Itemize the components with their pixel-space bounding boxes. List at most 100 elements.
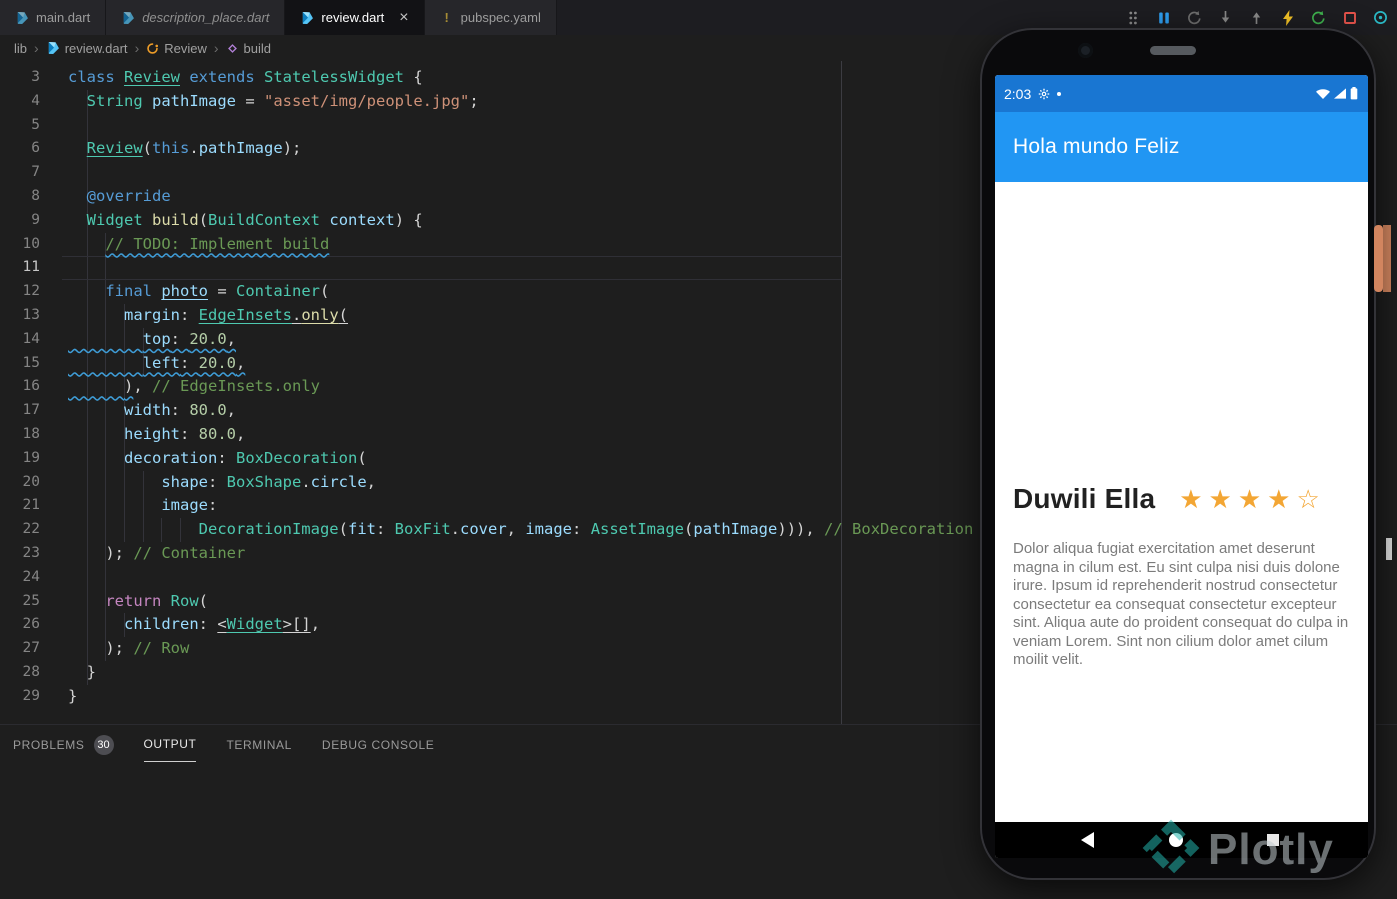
line-number[interactable]: 26: [0, 613, 40, 637]
drag-handle-icon[interactable]: [1124, 9, 1141, 26]
line-number[interactable]: 15: [0, 352, 40, 376]
code-line-text[interactable]: children: <Widget>[],: [68, 613, 320, 637]
code-line-text[interactable]: class Review extends StatelessWidget {: [68, 66, 423, 90]
code-line-text[interactable]: ); // Container: [68, 542, 245, 566]
code-line-text[interactable]: decoration: BoxDecoration(: [68, 447, 367, 471]
code-line-text[interactable]: String pathImage = "asset/img/people.jpg…: [68, 90, 479, 114]
panel-tab-problems[interactable]: PROBLEMS 30: [13, 724, 114, 765]
code-token: :: [180, 425, 199, 443]
back-icon[interactable]: [1081, 832, 1094, 848]
line-number[interactable]: 8: [0, 185, 40, 209]
line-number[interactable]: 3: [0, 66, 40, 90]
line-number[interactable]: 16: [0, 375, 40, 399]
line-number[interactable]: 24: [0, 566, 40, 590]
code-line-text[interactable]: left: 20.0,: [68, 352, 246, 376]
line-number[interactable]: 20: [0, 471, 40, 495]
step-down-icon[interactable]: [1217, 9, 1234, 26]
step-up-icon[interactable]: [1248, 9, 1265, 26]
code-line-text[interactable]: // TODO: Implement build: [68, 233, 329, 257]
line-number[interactable]: 13: [0, 304, 40, 328]
code-line-text[interactable]: @override: [68, 185, 171, 209]
code-token: BoxFit: [394, 520, 451, 539]
code-line-text[interactable]: }: [68, 661, 96, 685]
overview-ruler-cursor-mark: [1386, 538, 1392, 560]
code-token: shape: [161, 472, 208, 491]
code-line-text[interactable]: final photo = Container(: [68, 280, 329, 304]
line-number[interactable]: 17: [0, 399, 40, 423]
line-number[interactable]: 28: [0, 661, 40, 685]
line-number[interactable]: 11: [0, 256, 40, 280]
code-token: :: [572, 520, 591, 539]
hot-reload-bolt-icon[interactable]: [1279, 9, 1296, 26]
breadcrumb-item-lib[interactable]: lib: [14, 41, 27, 56]
code-token: image: [525, 520, 573, 539]
line-number[interactable]: 18: [0, 423, 40, 447]
power-button[interactable]: [1374, 225, 1383, 292]
line-number[interactable]: 22: [0, 518, 40, 542]
hot-restart-icon[interactable]: [1310, 9, 1327, 26]
panel-tab-debug-console[interactable]: DEBUG CONSOLE: [322, 727, 435, 762]
close-icon[interactable]: ×: [399, 9, 408, 26]
line-number[interactable]: 23: [0, 542, 40, 566]
breadcrumb-item-Review[interactable]: Review: [146, 41, 207, 56]
code-token: extends: [189, 68, 255, 86]
panel-tab-terminal[interactable]: TERMINAL: [226, 727, 291, 762]
line-number[interactable]: 12: [0, 280, 40, 304]
code-line-text[interactable]: top: 20.0,: [68, 328, 236, 352]
line-number[interactable]: 4: [0, 90, 40, 114]
breadcrumb-item-review.dart[interactable]: review.dart: [46, 41, 128, 56]
recents-icon[interactable]: [1267, 834, 1279, 846]
code-line-text[interactable]: Widget build(BuildContext context) {: [68, 209, 423, 233]
code-token: photo: [161, 282, 209, 301]
code-line-text[interactable]: ), // EdgeInsets.only: [68, 375, 320, 399]
line-number[interactable]: 21: [0, 494, 40, 518]
code-line-text[interactable]: DecorationImage(fit: BoxFit.cover, image…: [68, 518, 974, 542]
line-number[interactable]: 25: [0, 590, 40, 614]
line-number[interactable]: 27: [0, 637, 40, 661]
code-token: (: [338, 306, 349, 324]
tab-label: description_place.dart: [142, 10, 270, 25]
pause-icon[interactable]: [1155, 9, 1172, 26]
code-line-text[interactable]: shape: BoxShape.circle,: [68, 471, 376, 495]
code-token: String: [86, 91, 143, 110]
devtools-icon[interactable]: [1372, 9, 1389, 26]
code-line-text[interactable]: height: 80.0,: [68, 423, 245, 447]
home-icon[interactable]: [1169, 833, 1183, 847]
restart-icon[interactable]: [1186, 9, 1203, 26]
code-line-text[interactable]: margin: EdgeInsets.only(: [68, 304, 348, 328]
line-number[interactable]: 10: [0, 233, 40, 257]
code-token: (: [684, 520, 694, 539]
code-line-text[interactable]: ); // Row: [68, 637, 189, 661]
code-line-text[interactable]: Review(this.pathImage);: [68, 137, 302, 161]
code-token: :: [179, 353, 199, 372]
code-line-text[interactable]: width: 80.0,: [68, 399, 236, 423]
code-token: ,: [366, 472, 377, 491]
breadcrumb-item-build[interactable]: build: [226, 41, 271, 56]
code-token: (: [338, 520, 348, 539]
line-number[interactable]: 29: [0, 685, 40, 709]
line-number[interactable]: 7: [0, 161, 40, 185]
line-number[interactable]: 6: [0, 137, 40, 161]
phone-screen[interactable]: 2:03 Hola mundo Feliz Duwili Ella ★★★★☆ …: [995, 75, 1368, 858]
line-number[interactable]: 14: [0, 328, 40, 352]
code-line-text[interactable]: return Row(: [68, 590, 208, 614]
tab-label: review.dart: [321, 10, 385, 25]
line-number[interactable]: 9: [0, 209, 40, 233]
tab-review.dart[interactable]: review.dart ×: [285, 0, 425, 35]
stop-icon[interactable]: [1341, 9, 1358, 26]
panel-tab-output[interactable]: OUTPUT: [143, 726, 197, 762]
tab-description_place.dart[interactable]: description_place.dart: [106, 0, 286, 35]
code-token: :: [375, 520, 395, 539]
line-number[interactable]: 19: [0, 447, 40, 471]
tab-pubspec.yaml[interactable]: ! pubspec.yaml: [424, 0, 557, 35]
tab-main.dart[interactable]: main.dart: [0, 0, 107, 35]
line-number[interactable]: 5: [0, 114, 40, 138]
code-line-text[interactable]: }: [68, 685, 77, 709]
code-line-text[interactable]: image:: [68, 494, 217, 518]
